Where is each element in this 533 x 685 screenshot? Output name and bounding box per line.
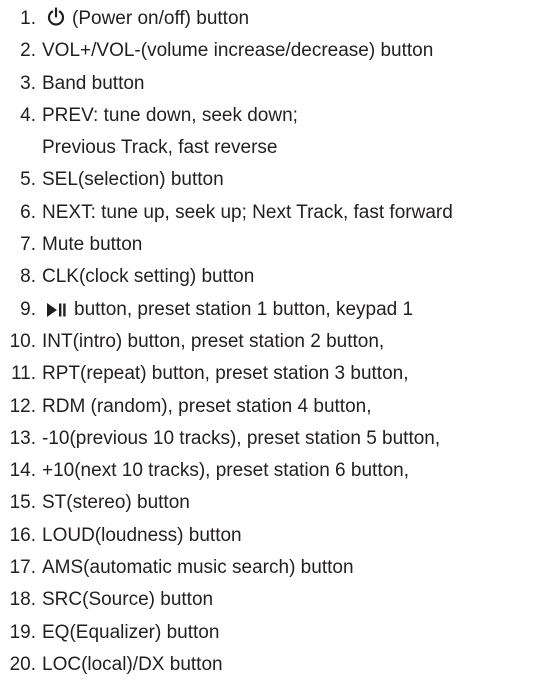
- item-number: 6.: [20, 201, 36, 223]
- item-number: 4.: [20, 104, 36, 126]
- list-item: 15. ST(stereo) button: [0, 491, 533, 523]
- item-text: -10(previous 10 tracks), preset station …: [42, 427, 441, 449]
- item-text: LOC(local)/DX button: [42, 653, 223, 675]
- item-number: 20.: [9, 653, 36, 675]
- item-number: 1.: [20, 8, 36, 29]
- item-text-continued: Previous Track, fast reverse: [42, 137, 278, 159]
- item-number: 5.: [20, 169, 36, 191]
- list-item: 5. SEL(selection) button: [0, 168, 533, 200]
- item-number: 19.: [9, 621, 36, 643]
- item-text: PREV: tune down, seek down;: [42, 104, 298, 126]
- list-item: 9. button, preset station 1 button, keyp…: [0, 298, 533, 330]
- item-text: LOUD(loudness) button: [42, 524, 242, 546]
- list-item: 4. PREV: tune down, seek down; Previous …: [0, 104, 533, 169]
- list-item: 10. INT(intro) button, preset station 2 …: [0, 330, 533, 362]
- item-text: RPT(repeat) button, preset station 3 but…: [42, 363, 409, 385]
- item-number: 12.: [9, 395, 36, 417]
- item-text: CLK(clock setting) button: [42, 266, 255, 288]
- item-text: Mute button: [42, 234, 143, 256]
- item-text: +10(next 10 tracks), preset station 6 bu…: [42, 460, 410, 482]
- list-item: 3. Band button: [0, 72, 533, 104]
- item-number: 10.: [9, 330, 36, 352]
- list-item: 1. (Power on/off) button: [0, 7, 533, 39]
- item-text: INT(intro) button, preset station 2 butt…: [42, 330, 385, 352]
- play-pause-icon: [46, 301, 66, 325]
- item-number: 14.: [9, 460, 36, 482]
- item-number: 7.: [20, 234, 36, 256]
- item-number: 9.: [20, 298, 36, 320]
- power-icon: [46, 7, 66, 34]
- list-item: 12. RDM (random), preset station 4 butto…: [0, 395, 533, 427]
- item-text: RDM (random), preset station 4 button,: [42, 395, 372, 417]
- item-text: VOL+/VOL-(volume increase/decrease) butt…: [42, 40, 434, 62]
- item-number: 18.: [9, 589, 36, 611]
- item-text: button, preset station 1 button, keypad …: [74, 298, 414, 320]
- list-item: 2. VOL+/VOL-(volume increase/decrease) b…: [0, 39, 533, 71]
- item-number: 3.: [20, 72, 36, 94]
- list-item: 8. CLK(clock setting) button: [0, 265, 533, 297]
- item-number: 15.: [9, 492, 36, 514]
- list-item: 19. EQ(Equalizer) button: [0, 621, 533, 653]
- list-item: 17. AMS(automatic music search) button: [0, 556, 533, 588]
- button-legend-list: 1. (Power on/off) button 2. VOL+/VOL-(vo…: [0, 7, 533, 685]
- item-number: 8.: [20, 266, 36, 288]
- list-item: 18. SRC(Source) button: [0, 588, 533, 620]
- item-number: 13.: [9, 427, 36, 449]
- list-item: 11. RPT(repeat) button, preset station 3…: [0, 362, 533, 394]
- item-number: 16.: [9, 524, 36, 546]
- item-text: EQ(Equalizer) button: [42, 621, 220, 643]
- item-number: 2.: [20, 40, 36, 62]
- item-text: SEL(selection) button: [42, 169, 224, 191]
- item-text: ST(stereo) button: [42, 492, 190, 514]
- item-text: SRC(Source) button: [42, 589, 214, 611]
- list-item: 6. NEXT: tune up, seek up; Next Track, f…: [0, 201, 533, 233]
- list-item: 13. -10(previous 10 tracks), preset stat…: [0, 427, 533, 459]
- list-item: 16. LOUD(loudness) button: [0, 524, 533, 556]
- item-text: (Power on/off) button: [72, 8, 250, 29]
- item-number: 17.: [9, 557, 36, 579]
- item-text: NEXT: tune up, seek up; Next Track, fast…: [42, 201, 453, 223]
- list-item: 7. Mute button: [0, 233, 533, 265]
- item-number: 11.: [10, 363, 36, 385]
- item-text: AMS(automatic music search) button: [42, 557, 354, 579]
- list-item: 14. +10(next 10 tracks), preset station …: [0, 459, 533, 491]
- item-text: Band button: [42, 72, 145, 94]
